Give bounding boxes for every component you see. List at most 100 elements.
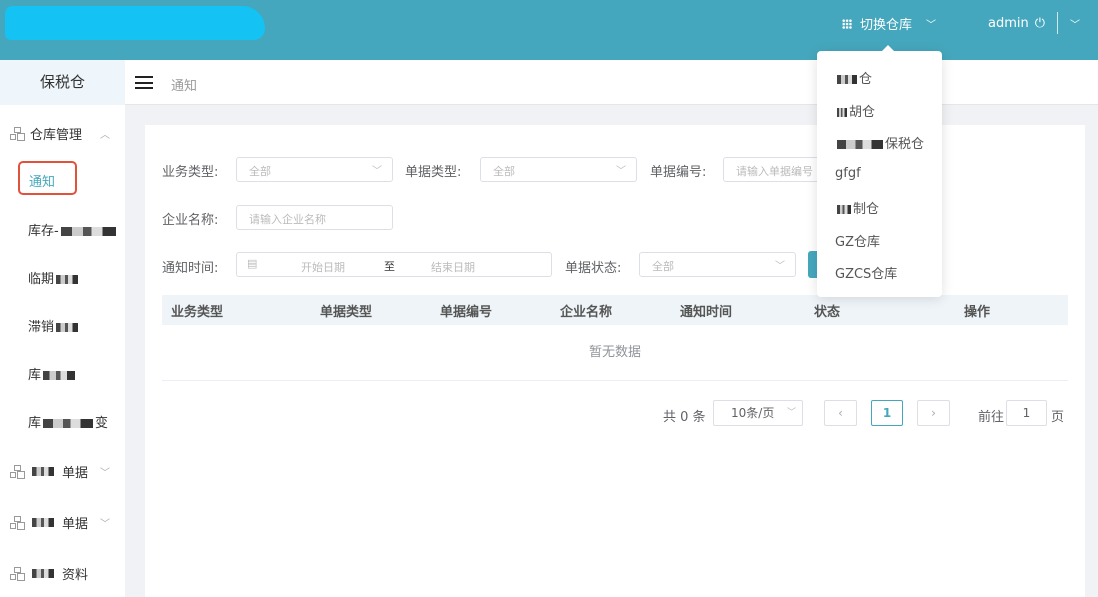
menu-group-label: 仓库管理 — [30, 128, 83, 143]
chevron-down-icon: ﹀ — [775, 261, 785, 272]
sidebar-title: 保税仓 — [0, 60, 125, 105]
item-label: 库存- — [28, 224, 59, 239]
col-header: 通知时间 — [680, 304, 733, 320]
sidebar-item-stock[interactable]: 库存- — [28, 220, 118, 239]
sidebar-item-stock-change[interactable]: 库变 — [28, 412, 108, 431]
chevron-down-icon: ﹀ — [616, 166, 626, 177]
option-label: GZ仓库 — [835, 235, 880, 250]
user-menu[interactable]: admin ⏻ ﹀ — [988, 12, 1080, 34]
masked-text — [60, 227, 116, 236]
chevron-down-icon[interactable]: ﹀ — [1070, 16, 1080, 31]
calendar-icon: ▤ — [247, 257, 258, 270]
company-label: 企业名称: — [162, 213, 219, 228]
hamburger-menu-icon[interactable] — [135, 76, 153, 89]
col-header: 单据类型 — [320, 304, 373, 320]
placeholder: 请输入单据编号 — [736, 165, 813, 178]
select-value: 10条/页 — [731, 406, 775, 420]
switch-warehouse-button[interactable]: 切换仓库 ﹀ — [842, 14, 936, 33]
masked-text — [43, 419, 94, 428]
select-value: 全部 — [652, 260, 674, 273]
item-label: 库 — [28, 368, 42, 383]
empty-text: 暂无数据 — [162, 325, 1068, 381]
warehouse-dropdown: 仓 胡仓 保税仓 gfgf 制仓 GZ仓库 GZCS仓库 — [817, 45, 942, 297]
company-input[interactable]: 请输入企业名称 — [236, 205, 393, 230]
tree-icon — [10, 516, 24, 529]
chevron-down-icon: ﹀ — [786, 408, 796, 418]
warehouse-option[interactable]: gfgf — [835, 166, 861, 181]
chevron-down-icon: ﹀ — [372, 166, 382, 177]
breadcrumb-bar: 通知 — [125, 60, 1098, 105]
option-label: 制仓 — [853, 202, 880, 217]
range-separator: 至 — [384, 260, 395, 273]
divider — [1057, 12, 1059, 34]
sidebar-item-slow[interactable]: 滞销 — [28, 316, 80, 335]
item-label-suffix: 变 — [95, 416, 109, 431]
select-value: 全部 — [249, 165, 271, 178]
item-label: 库 — [28, 416, 42, 431]
warehouse-option[interactable]: 仓 — [835, 68, 872, 87]
tree-icon — [10, 465, 24, 478]
grid-icon — [842, 18, 852, 29]
sidebar-item-notice[interactable]: 通知 — [18, 161, 77, 195]
masked-text — [837, 205, 851, 214]
warehouse-option[interactable]: 制仓 — [835, 198, 879, 217]
col-header: 企业名称 — [560, 304, 613, 320]
masked-text — [43, 371, 76, 380]
masked-text — [56, 323, 79, 332]
biz-type-label: 业务类型: — [162, 165, 219, 180]
prev-page-button[interactable]: ‹ — [824, 400, 857, 426]
option-label: 保税仓 — [885, 137, 925, 152]
warehouse-option[interactable]: GZ仓库 — [835, 231, 880, 250]
power-icon[interactable]: ⏻ — [1035, 16, 1045, 31]
warehouse-option[interactable]: GZCS仓库 — [835, 263, 897, 282]
doc-type-select[interactable]: 全部 ﹀ — [480, 157, 637, 182]
masked-text — [56, 275, 79, 284]
menu-group-3[interactable]: 单据 ﹀ — [10, 513, 110, 532]
status-select[interactable]: 全部 ﹀ — [639, 252, 796, 277]
goto-label: 前往 — [978, 410, 1005, 425]
item-label: 临期 — [28, 272, 55, 287]
date-range-picker[interactable]: ▤ 开始日期 至 结束日期 — [236, 252, 552, 277]
menu-group-warehouse[interactable]: 仓库管理 ︿ — [10, 124, 110, 143]
page-size-select[interactable]: 10条/页 ﹀ — [713, 400, 803, 426]
item-label: 滞销 — [28, 320, 55, 335]
col-header: 业务类型 — [171, 304, 224, 320]
main-card: 业务类型: 全部 ﹀ 单据类型: 全部 ﹀ 单据编号: 请输入单据编号 企业名称: … — [145, 125, 1085, 597]
sidebar-item-expiry[interactable]: 临期 — [28, 268, 80, 287]
time-label: 通知时间: — [162, 261, 219, 276]
breadcrumb-current: 通知 — [171, 79, 198, 94]
select-value: 全部 — [493, 165, 515, 178]
end-date[interactable]: 结束日期 — [431, 259, 475, 275]
option-label: GZCS仓库 — [835, 267, 898, 282]
doc-no-label: 单据编号: — [650, 165, 707, 180]
masked-text — [837, 140, 883, 149]
col-header: 状态 — [814, 304, 841, 320]
chevron-down-icon: ﹀ — [926, 20, 937, 31]
menu-group-2[interactable]: 单据 ﹀ — [10, 462, 110, 481]
next-page-button[interactable]: › — [917, 400, 950, 426]
page-1-button[interactable]: 1 — [871, 400, 903, 426]
warehouse-option[interactable]: 保税仓 — [835, 133, 924, 152]
menu-group-label: 单据 — [62, 466, 89, 481]
goto-page-input[interactable]: 1 — [1006, 400, 1047, 426]
menu-group-4[interactable]: 资料 — [10, 564, 110, 583]
sidebar-item-stock2[interactable]: 库 — [28, 364, 77, 383]
tree-icon — [10, 127, 24, 140]
doc-no-input[interactable]: 请输入单据编号 — [723, 157, 823, 182]
biz-type-select[interactable]: 全部 ﹀ — [236, 157, 393, 182]
masked-text — [837, 108, 847, 117]
masked-text — [837, 75, 857, 84]
chevron-up-icon: ︿ — [100, 130, 110, 141]
masked-text — [32, 518, 54, 527]
option-label: gfgf — [835, 166, 861, 181]
placeholder: 请输入企业名称 — [249, 213, 326, 226]
masked-text — [32, 467, 54, 476]
status-label: 单据状态: — [565, 261, 622, 276]
col-header: 操作 — [964, 304, 991, 320]
logo-masked — [5, 6, 265, 40]
switch-warehouse-label: 切换仓库 — [860, 18, 913, 33]
total-count: 共 0 条 — [663, 410, 706, 425]
warehouse-option[interactable]: 胡仓 — [835, 101, 875, 120]
start-date[interactable]: 开始日期 — [301, 259, 345, 275]
chevron-down-icon: ﹀ — [100, 468, 110, 479]
